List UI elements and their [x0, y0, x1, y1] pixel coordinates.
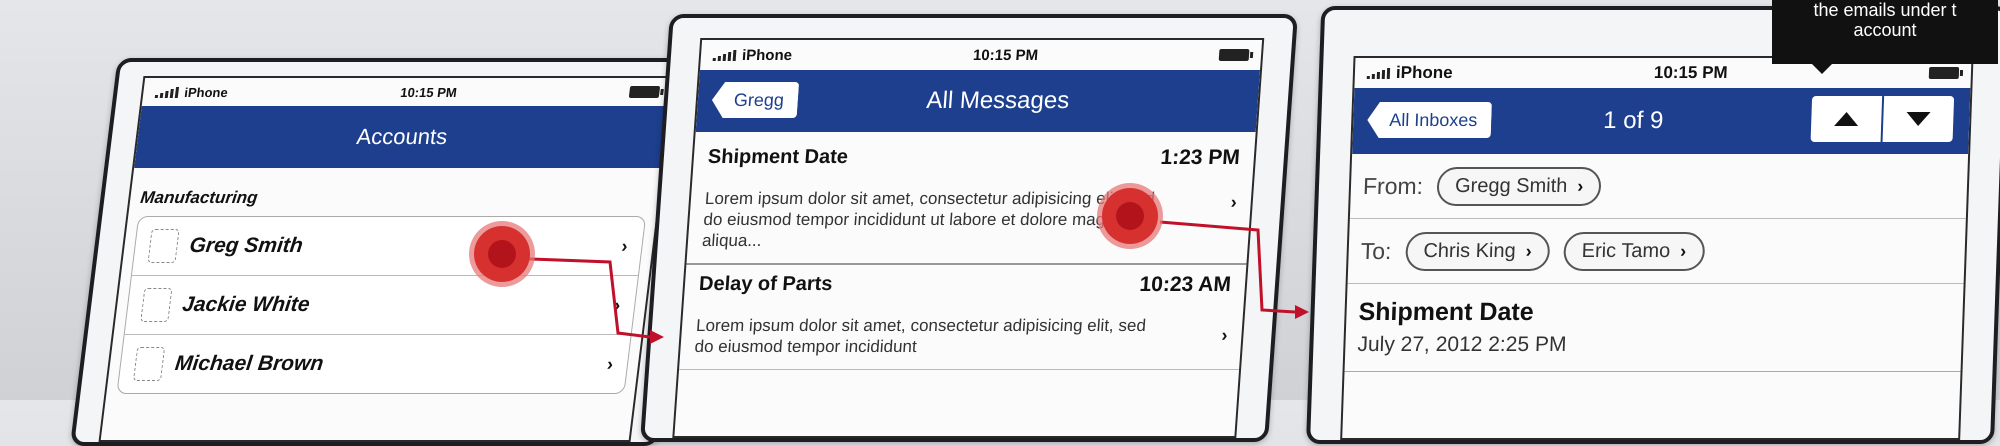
carrier-label: iPhone: [1395, 63, 1453, 82]
message-subject: Delay of Parts: [698, 273, 834, 295]
list-item-account[interactable]: Greg Smith ›: [131, 217, 646, 276]
signal-icon: [1366, 67, 1391, 79]
navbar: Gregg All Messages: [695, 70, 1261, 132]
message-row[interactable]: Shipment Date 1:23 PM Lorem ipsum dolor …: [686, 132, 1256, 265]
messages-screen: iPhone 10:15 PM Gregg All Messages Shipm…: [672, 38, 1265, 438]
tooltip-line-1: the emails under t: [1813, 0, 1957, 20]
from-label: From:: [1362, 172, 1424, 199]
message-row[interactable]: Delay of Parts 10:23 AM Lorem ipsum dolo…: [679, 265, 1247, 370]
accounts-list: Greg Smith › Jackie White › Michael Brow…: [116, 216, 647, 394]
message-counter: 1 of 9: [1602, 107, 1664, 134]
status-bar: iPhone 10:15 PM: [142, 78, 673, 106]
recipient-pill[interactable]: Eric Tamo ›: [1563, 231, 1705, 271]
message-subject: Shipment Date: [1358, 298, 1535, 326]
chevron-right-icon: ›: [1230, 192, 1238, 212]
recipient-name: Chris King: [1423, 239, 1517, 262]
battery-icon: [1928, 67, 1960, 79]
message-preview: Lorem ipsum dolor sit amet, consectetur …: [694, 316, 1147, 356]
chevron-right-icon: ›: [1577, 175, 1584, 196]
back-button[interactable]: All Inboxes: [1367, 102, 1492, 138]
sender-name: Gregg Smith: [1454, 174, 1568, 197]
avatar-placeholder: [140, 288, 173, 322]
chevron-right-icon: ›: [613, 294, 622, 315]
account-name: Michael Brown: [173, 352, 325, 375]
section-header: Manufacturing: [139, 188, 259, 207]
signal-icon: [154, 86, 180, 98]
chevron-right-icon: ›: [1220, 325, 1229, 345]
battery-icon: [1218, 49, 1250, 61]
navbar: All Inboxes 1 of 9: [1352, 88, 1971, 154]
avatar-placeholder: [132, 347, 166, 381]
back-button[interactable]: Gregg: [711, 82, 800, 118]
chevron-right-icon: ›: [605, 353, 615, 374]
status-time: 10:15 PM: [1653, 63, 1728, 82]
status-time: 10:15 PM: [399, 84, 458, 100]
to-label: To:: [1360, 237, 1392, 264]
connector-arrowhead-2: [1295, 305, 1309, 319]
prev-button[interactable]: [1810, 96, 1883, 142]
tap-hotspot-icon: [1102, 188, 1158, 244]
status-time: 10:15 PM: [972, 46, 1039, 64]
phone-accounts: iPhone 10:15 PM Accounts Manufacturing G…: [70, 58, 706, 446]
to-row: To: Chris King › Eric Tamo ›: [1347, 219, 1966, 284]
carrier-label: iPhone: [183, 84, 229, 100]
carrier-label: iPhone: [741, 46, 793, 64]
account-name: Jackie White: [180, 293, 312, 316]
message-time: 1:23 PM: [1159, 146, 1241, 169]
message-time: 10:23 AM: [1138, 273, 1232, 296]
accounts-screen: iPhone 10:15 PM Accounts Manufacturing G…: [98, 76, 676, 442]
message-subject: Shipment Date: [707, 146, 849, 168]
next-button[interactable]: [1882, 96, 1955, 142]
from-row: From: Gregg Smith ›: [1349, 154, 1969, 219]
arrow-up-icon: [1834, 112, 1859, 126]
recipient-name: Eric Tamo: [1581, 239, 1671, 262]
signal-icon: [712, 49, 737, 61]
phone-messages: iPhone 10:15 PM Gregg All Messages Shipm…: [640, 14, 1298, 442]
arrow-down-icon: [1906, 112, 1931, 126]
navbar: Accounts: [134, 106, 670, 168]
nav-title: Accounts: [355, 124, 449, 149]
annotation-tooltip: the emails under t account: [1772, 0, 1998, 74]
nav-title: All Messages: [925, 87, 1071, 114]
message-preview: Lorem ipsum dolor sit amet, consectetur …: [701, 189, 1156, 250]
chevron-right-icon: ›: [1679, 240, 1687, 261]
account-name: Greg Smith: [188, 234, 305, 257]
tooltip-line-2: account: [1853, 20, 1917, 40]
phone-message-detail: iPhone 10:15 PM All Inboxes 1 of 9 From:…: [1306, 6, 2000, 444]
recipient-pill[interactable]: Chris King ›: [1404, 231, 1551, 271]
tap-hotspot-icon: [474, 226, 530, 282]
avatar-placeholder: [147, 229, 180, 263]
battery-icon: [628, 86, 661, 98]
message-date: July 27, 2012 2:25 PM: [1357, 333, 1567, 356]
chevron-right-icon: ›: [1525, 240, 1533, 261]
status-bar: iPhone 10:15 PM: [700, 40, 1262, 70]
message-detail-screen: iPhone 10:15 PM All Inboxes 1 of 9 From:…: [1340, 56, 1974, 440]
list-item-account[interactable]: Michael Brown ›: [118, 335, 631, 393]
message-header: Shipment Date July 27, 2012 2:25 PM: [1344, 284, 1964, 372]
list-item-account[interactable]: Jackie White ›: [124, 276, 638, 335]
sender-pill[interactable]: Gregg Smith ›: [1436, 166, 1603, 206]
chevron-right-icon: ›: [620, 235, 629, 256]
